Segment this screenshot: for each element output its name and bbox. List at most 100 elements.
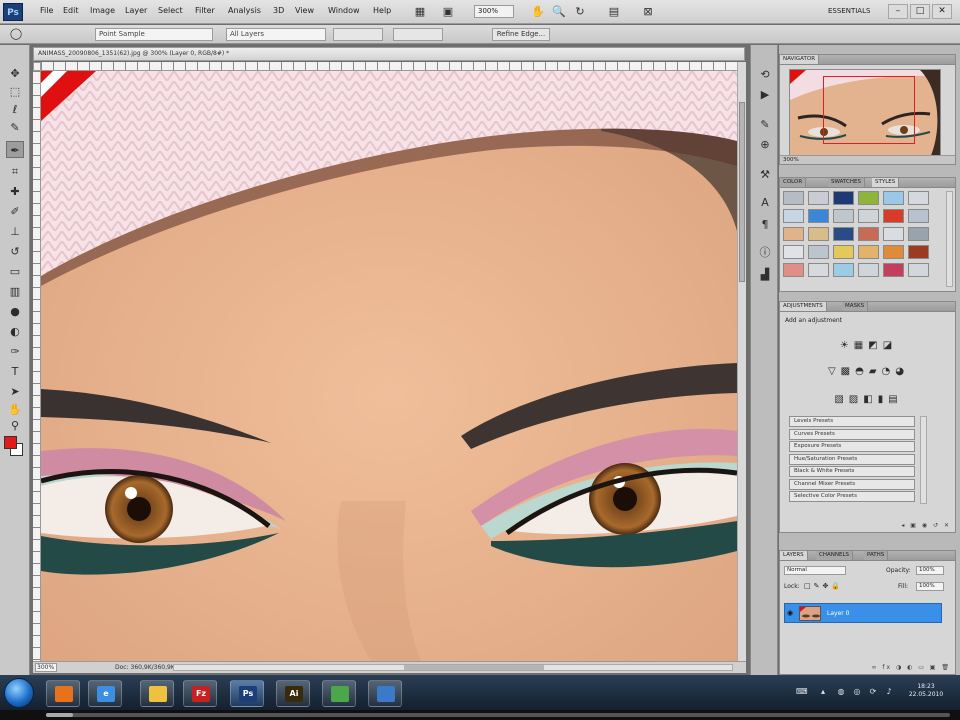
menu-select[interactable]: Select — [158, 6, 183, 15]
taskbar-illustrator-button[interactable]: Ai — [276, 680, 310, 707]
taskbar-explorer-button[interactable] — [140, 680, 174, 707]
style-swatch[interactable] — [833, 245, 854, 259]
screen-mode-icon[interactable]: ▣ — [440, 4, 456, 19]
tray-arrow-icon[interactable]: ▴ — [818, 687, 828, 697]
dodge-tool-icon[interactable]: ◐ — [6, 323, 24, 340]
style-swatch[interactable] — [908, 209, 929, 223]
menu-view[interactable]: View — [295, 6, 314, 15]
style-swatch[interactable] — [883, 263, 904, 277]
style-swatch[interactable] — [783, 227, 804, 241]
menu-3d[interactable]: 3D — [273, 6, 284, 15]
vertical-ruler[interactable] — [33, 71, 41, 661]
style-swatch[interactable] — [858, 227, 879, 241]
presets-scrollbar[interactable] — [920, 416, 927, 504]
tab-masks[interactable]: MASKS — [842, 302, 869, 311]
horizontal-ruler[interactable] — [41, 62, 737, 71]
style-swatch[interactable] — [858, 209, 879, 223]
tab-adjustments[interactable]: ADJUSTMENTS — [780, 302, 827, 311]
type-tool-icon[interactable]: T — [6, 363, 24, 380]
adjustment-icons-row-3[interactable]: ▧▨◧▮▤ — [780, 394, 957, 405]
swatches-scrollbar[interactable] — [946, 191, 953, 287]
layer-row[interactable]: ◉ Layer 0 — [784, 603, 942, 623]
menu-file[interactable]: File — [40, 6, 53, 15]
tab-layers[interactable]: LAYERS — [780, 551, 808, 560]
tab-swatches[interactable]: SWATCHES — [828, 178, 865, 187]
style-swatch[interactable] — [908, 191, 929, 205]
pen-tool-icon[interactable]: ✑ — [6, 343, 24, 360]
style-swatch[interactable] — [783, 263, 804, 277]
document-tab[interactable]: ANIMASS_20090806_1351(62).jpg @ 300% (La… — [33, 47, 745, 61]
taskbar-filezilla-button[interactable]: Fz — [183, 680, 217, 707]
brushes-panel-icon[interactable]: ✎ — [756, 117, 774, 133]
foreground-color-swatch[interactable] — [4, 436, 17, 449]
adjustment-icons-row-2[interactable]: ▽▩◓▰◔◕ — [780, 366, 957, 377]
tray-network-icon[interactable]: ◍ — [836, 687, 846, 697]
menu-help[interactable]: Help — [373, 6, 391, 15]
adjustments-footer-icons[interactable]: ◂ ▣ ◉ ↺ ✕ — [780, 522, 957, 531]
visibility-eye-icon[interactable]: ◉ — [787, 609, 793, 617]
bridge-icon[interactable]: ▦ — [412, 4, 428, 19]
eraser-tool-icon[interactable]: ▭ — [6, 263, 24, 280]
canvas-horizontal-scrollbar[interactable] — [173, 664, 733, 671]
zoom-level-field[interactable]: 300% — [474, 5, 514, 18]
navigator-zoom[interactable]: 300% — [780, 155, 955, 164]
style-swatch[interactable] — [908, 245, 929, 259]
style-swatch[interactable] — [808, 245, 829, 259]
style-swatch[interactable] — [783, 245, 804, 259]
style-swatch[interactable] — [908, 263, 929, 277]
lasso-tool-icon[interactable]: ℓ — [6, 101, 24, 118]
preset-levels[interactable]: Levels Presets — [789, 416, 915, 427]
refine-edge-button[interactable]: Refine Edge... — [492, 28, 550, 41]
style-swatch[interactable] — [783, 209, 804, 223]
rotate-view-icon[interactable]: ↻ — [572, 4, 588, 19]
zoom-tool-icon[interactable]: 🔍 — [551, 4, 567, 19]
canvas-vertical-scrollbar[interactable] — [737, 62, 746, 661]
preset-selective-color[interactable]: Selective Color Presets — [789, 491, 915, 502]
tray-sync-icon[interactable]: ⟳ — [868, 687, 878, 697]
menu-image[interactable]: Image — [90, 6, 115, 15]
taskbar-display-button[interactable] — [368, 680, 402, 707]
blend-mode-select[interactable]: Normal — [784, 566, 846, 575]
horizontal-scroll-thumb[interactable] — [404, 665, 544, 670]
info-panel-icon[interactable]: ⓘ — [756, 245, 774, 261]
navigator-view-box[interactable] — [823, 76, 915, 144]
hand-tool-icon-left[interactable]: ✋ — [6, 401, 24, 418]
arrange-documents-icon[interactable]: ▤ — [606, 4, 622, 19]
preset-curves[interactable]: Curves Presets — [789, 428, 915, 440]
tray-keyboard-icon[interactable]: ⌨ — [796, 687, 808, 697]
style-swatch[interactable] — [808, 209, 829, 223]
tool-presets-panel-icon[interactable]: ⚒ — [756, 167, 774, 183]
layer-name[interactable]: Layer 0 — [827, 610, 849, 617]
style-swatch[interactable] — [833, 227, 854, 241]
fill-field[interactable]: 100% — [916, 582, 944, 591]
histogram-panel-icon[interactable]: ▟ — [756, 267, 774, 283]
zoom-tool-icon-left[interactable]: ⚲ — [6, 417, 24, 434]
character-panel-icon[interactable]: A — [756, 195, 774, 211]
style-swatch[interactable] — [858, 245, 879, 259]
path-selection-tool-icon[interactable]: ➤ — [6, 383, 24, 400]
tab-channels[interactable]: CHANNELS — [816, 551, 853, 560]
system-clock[interactable]: 18:23 22.05.2010 — [906, 683, 946, 699]
blur-tool-icon[interactable]: ● — [6, 303, 24, 320]
history-brush-tool-icon[interactable]: ↺ — [6, 243, 24, 260]
sample-layers-select[interactable]: All Layers — [226, 28, 326, 41]
quick-selection-tool-icon[interactable]: ✎ — [6, 119, 24, 136]
preset-channel-mixer[interactable]: Channel Mixer Presets — [789, 478, 915, 490]
workspace-switcher[interactable]: ESSENTIALS — [828, 5, 878, 18]
navigator-thumbnail[interactable] — [789, 69, 941, 157]
move-tool-icon[interactable]: ✥ — [6, 65, 24, 82]
taskbar-network-button[interactable] — [322, 680, 356, 707]
screen-arrange-icon[interactable]: ⊠ — [640, 4, 656, 19]
menu-window[interactable]: Window — [328, 6, 360, 15]
style-swatch[interactable] — [858, 263, 879, 277]
marquee-tool-icon[interactable]: ⬚ — [6, 83, 24, 100]
status-zoom-field[interactable]: 300% — [35, 663, 57, 672]
history-panel-icon[interactable]: ⟲ — [756, 67, 774, 83]
minimize-button[interactable]: – — [888, 4, 908, 19]
tab-styles[interactable]: STYLES — [872, 178, 900, 187]
style-swatch[interactable] — [883, 245, 904, 259]
style-swatch[interactable] — [883, 191, 904, 205]
eyedropper-preset-icon[interactable]: ◯ — [8, 26, 24, 41]
style-swatch[interactable] — [808, 191, 829, 205]
layers-footer-icons[interactable]: ∞ fx ◑ ◐ ▭ ▣ 🗑 — [780, 664, 957, 673]
